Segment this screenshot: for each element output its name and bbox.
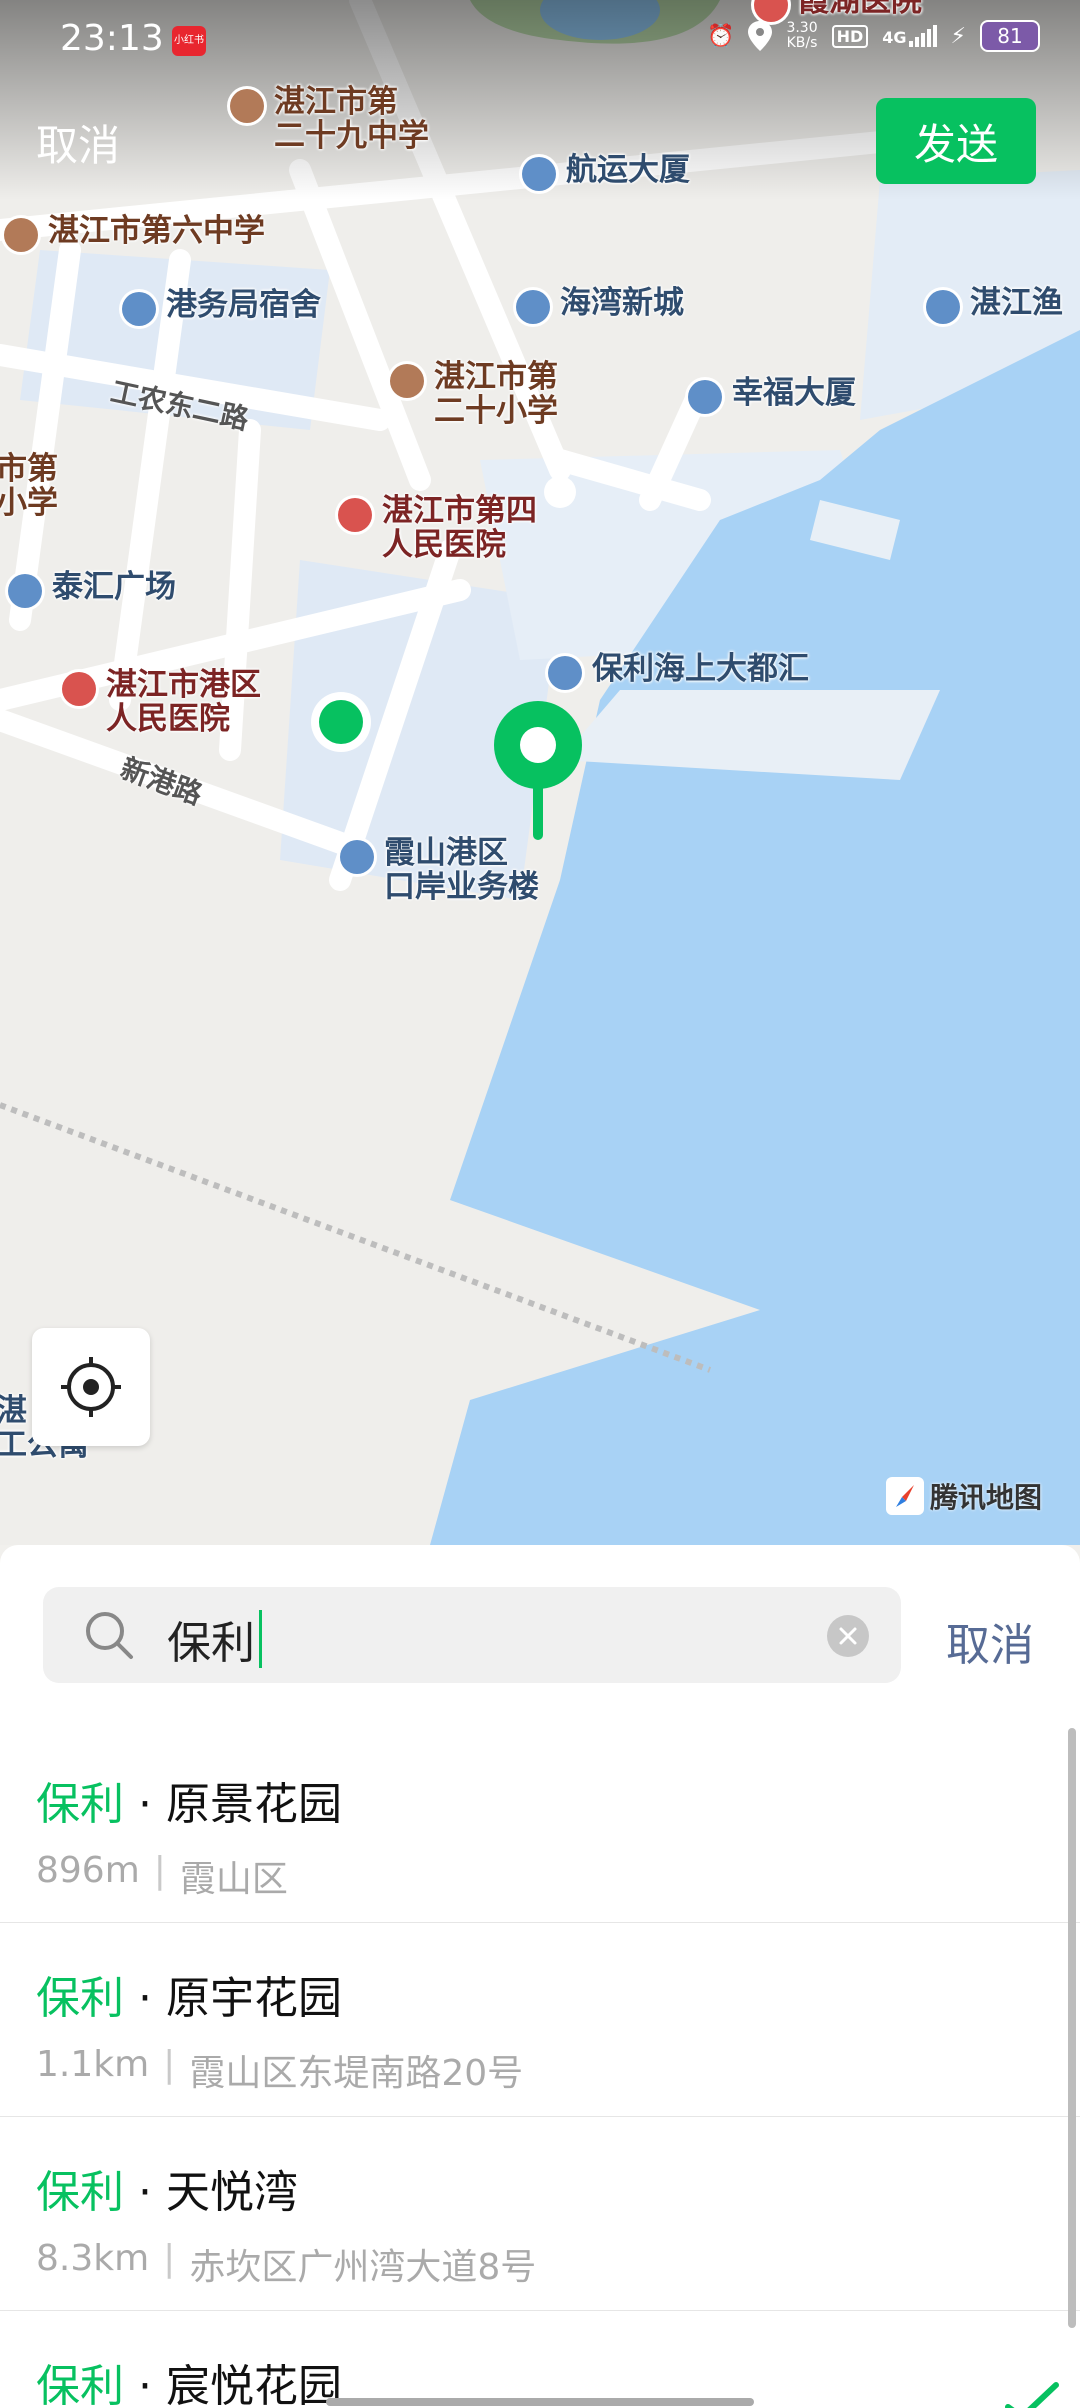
school-icon (4, 218, 38, 252)
hd-icon: HD (831, 24, 869, 48)
building-icon (688, 380, 722, 414)
result-address: 霞山区东堤南路20号 (189, 2053, 524, 2094)
poi-label: 海湾新城 (560, 285, 684, 321)
result-title: 保利 · 天悦湾 (36, 2167, 298, 2218)
search-result-item[interactable]: 保利 · 宸悦花园 (0, 2310, 1080, 2408)
poi-building[interactable]: 航运大厦 (522, 153, 690, 191)
search-icon (86, 1612, 133, 1659)
result-address: 赤坎区广州湾大道8号 (189, 2247, 537, 2288)
status-bar: 23:13 小红书 ⏰ 3.30 KB/s HD 4G ⚡ 81 (0, 0, 1080, 84)
poi-school[interactable]: 湛江市第六中学 (4, 214, 265, 252)
result-meta: 8.3km | 赤坎区广州湾大道8号 (36, 2238, 537, 2288)
scrollbar[interactable] (1068, 1728, 1076, 2328)
hospital-icon (338, 498, 372, 532)
check-icon (1005, 2382, 1059, 2408)
battery-icon: 81 (980, 20, 1040, 52)
home-icon (548, 656, 582, 690)
map-view[interactable]: 湛江市第 二十九中学 航运大厦 湛江市第六中学 港务局宿舍 海湾新城 湛江渔 湛… (0, 0, 1080, 1545)
poi-label: 市第 小学 (0, 451, 58, 521)
home-icon (8, 574, 42, 608)
poi-label: 湛江市第四 人民医院 (382, 493, 537, 563)
result-distance: 1.1km (36, 2044, 150, 2085)
poi-school[interactable]: 湛江市第 二十九中学 (230, 85, 429, 153)
result-meta: 896m | 霞山区 (36, 1850, 288, 1900)
result-title: 保利 · 原景花园 (36, 1779, 342, 1830)
school-icon (230, 89, 264, 123)
poi-school[interactable]: 市第 小学 (0, 452, 58, 520)
poi-label: 湛江市第 二十小学 (434, 359, 558, 429)
signal-icon: 4G (882, 25, 937, 47)
poi-label: 湛江渔 (970, 285, 1063, 321)
result-title: 保利 · 原宇花园 (36, 1973, 342, 2024)
search-query: 保利 (167, 1607, 262, 1671)
poi-label: 港务局宿舍 (166, 287, 321, 323)
close-icon (839, 1627, 857, 1645)
poi-hospital[interactable]: 湛江市第四 人民医院 (338, 494, 537, 562)
poi-label: 湛江市第六中学 (48, 213, 265, 249)
attribution-label: 腾讯地图 (930, 1481, 1043, 1514)
poi-label: 泰汇广场 (52, 569, 176, 605)
hospital-icon (62, 672, 96, 706)
building-icon (340, 840, 374, 874)
network-speed: 3.30 KB/s (786, 20, 818, 51)
crosshair-icon (61, 1357, 121, 1417)
poi-label: 保利海上大都汇 (592, 651, 809, 687)
result-title: 保利 · 宸悦花园 (36, 2361, 342, 2408)
building-icon (522, 157, 556, 191)
poi-hospital[interactable]: 湛江市港区 人民医院 (62, 668, 261, 736)
result-meta: 1.1km | 霞山区东堤南路20号 (36, 2044, 524, 2094)
status-time: 23:13 (60, 18, 164, 59)
poi-label: 霞山港区 口岸业务楼 (384, 835, 539, 905)
app-notification-icon: 小红书 (172, 26, 206, 56)
alarm-icon: ⏰ (707, 23, 735, 49)
home-icon (926, 290, 960, 324)
school-icon (390, 364, 424, 398)
my-location-button[interactable] (32, 1328, 150, 1446)
search-input[interactable]: 保利 (43, 1587, 901, 1683)
clear-search-button[interactable] (827, 1615, 869, 1657)
poi-label: 幸福大厦 (732, 375, 856, 411)
map-attribution: 腾讯地图 (886, 1476, 1042, 1516)
poi-residence[interactable]: 港务局宿舍 (122, 288, 321, 326)
poi-residence[interactable]: 保利海上大都汇 (548, 652, 809, 690)
poi-label: 湛江市港区 人民医院 (106, 667, 261, 737)
home-icon (516, 290, 550, 324)
send-button[interactable]: 发送 (876, 98, 1036, 184)
search-panel: 保利 取消 保利 · 原景花园 896m | 霞山区 保利 · 原宇花园 1.1km… (0, 1545, 1080, 2408)
search-result-item[interactable]: 保利 · 原宇花园 1.1km | 霞山区东堤南路20号 (0, 1922, 1080, 2117)
cancel-search-button[interactable]: 取消 (946, 1609, 1034, 1673)
result-address: 霞山区 (179, 1859, 288, 1900)
poi-residence[interactable]: 泰汇广场 (8, 570, 176, 608)
tencent-map-logo-icon (886, 1477, 924, 1515)
home-indicator[interactable] (326, 2398, 754, 2406)
poi-label: 航运大厦 (566, 152, 690, 188)
home-icon (122, 292, 156, 326)
result-distance: 896m (36, 1850, 140, 1891)
poi-residence[interactable]: 海湾新城 (516, 286, 684, 324)
search-result-item[interactable]: 保利 · 天悦湾 8.3km | 赤坎区广州湾大道8号 (0, 2116, 1080, 2311)
text-caret (259, 1610, 262, 1668)
poi-residence[interactable]: 湛江渔 (926, 286, 1063, 324)
poi-building[interactable]: 幸福大厦 (688, 376, 856, 414)
poi-label: 湛江市第 二十九中学 (274, 84, 429, 154)
charging-icon: ⚡ (950, 23, 966, 49)
result-distance: 8.3km (36, 2238, 150, 2279)
cancel-button[interactable]: 取消 (36, 112, 120, 173)
poi-building[interactable]: 霞山港区 口岸业务楼 (340, 836, 539, 904)
poi-school[interactable]: 湛江市第 二十小学 (390, 360, 558, 428)
location-icon (748, 21, 773, 51)
search-result-item[interactable]: 保利 · 原景花园 896m | 霞山区 (0, 1728, 1080, 1923)
